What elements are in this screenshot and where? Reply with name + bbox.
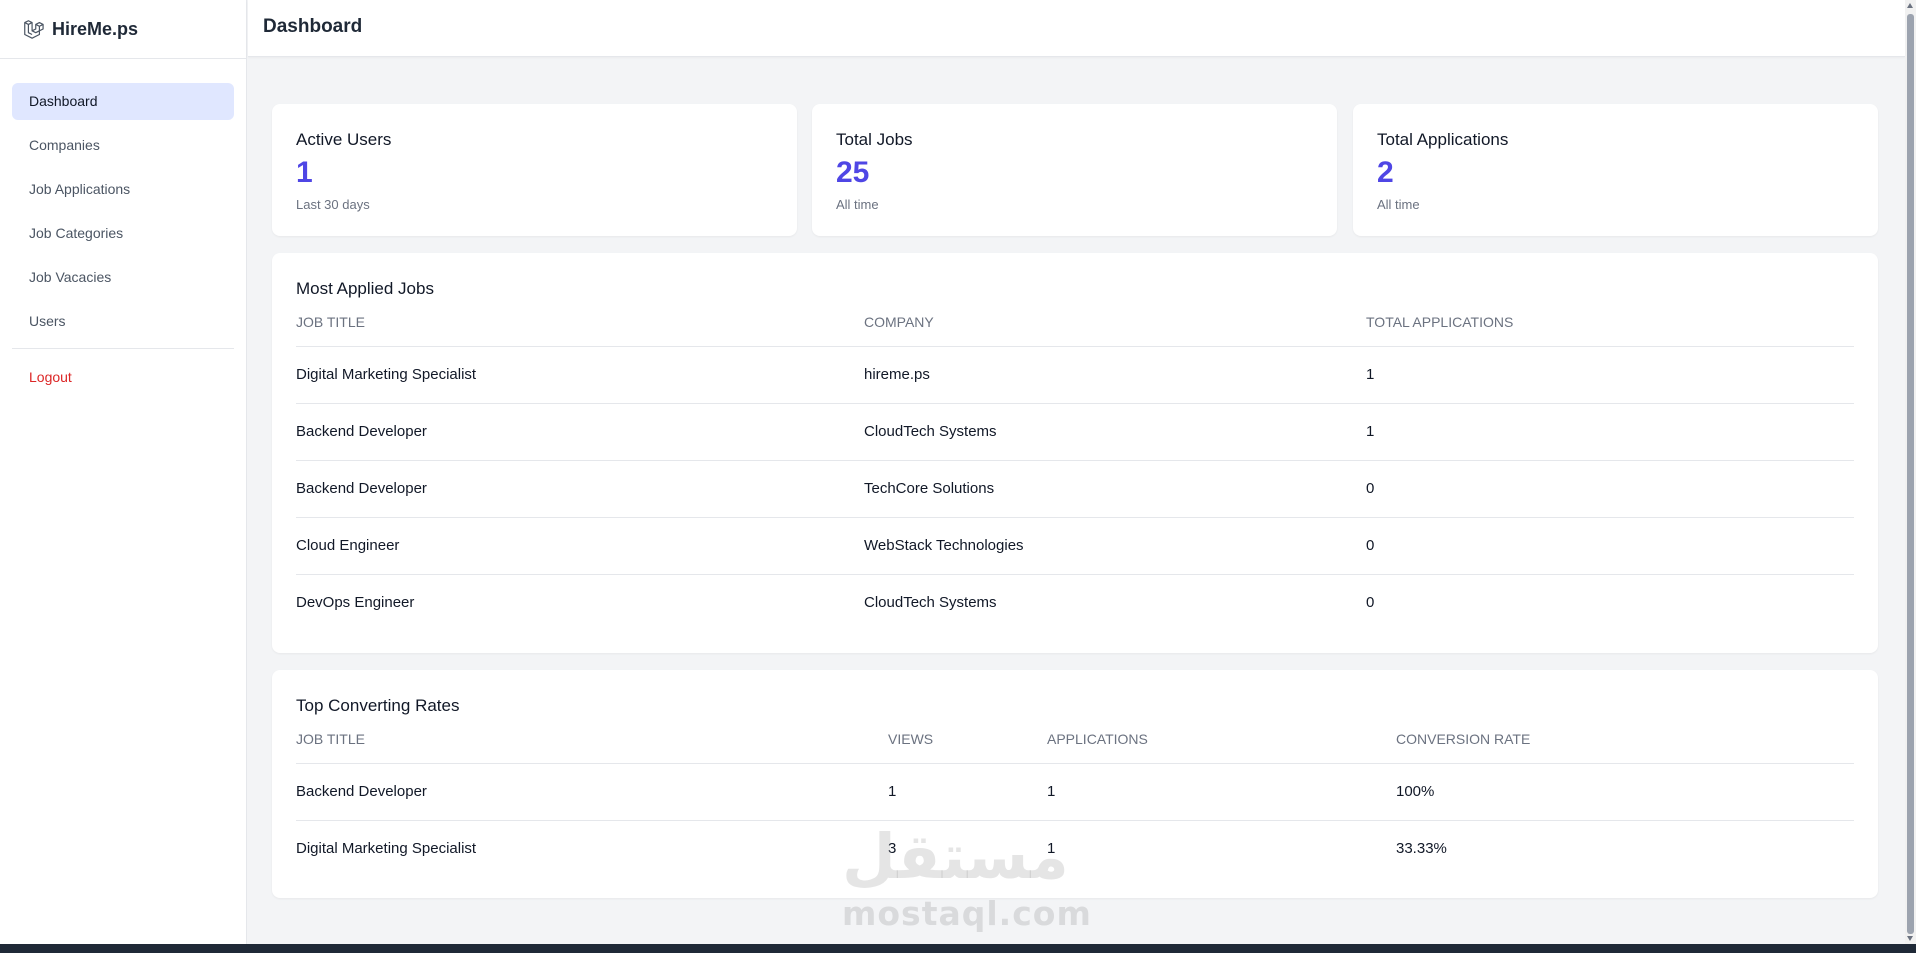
- scroll-up-arrow-icon[interactable]: [1907, 3, 1913, 8]
- column-header-conversion-rate: CONVERSION RATE: [1396, 727, 1854, 764]
- cell-company: TechCore Solutions: [864, 460, 1366, 518]
- top-converting-rates-table: JOB TITLE VIEWS APPLICATIONS CONVERSION …: [296, 727, 1854, 877]
- table-row[interactable]: Digital Marketing Specialist hireme.ps 1: [296, 346, 1854, 404]
- cell-job-title: Backend Developer: [296, 763, 888, 821]
- sidebar-divider: [12, 348, 234, 349]
- table-header-row: JOB TITLE VIEWS APPLICATIONS CONVERSION …: [296, 727, 1854, 764]
- sidebar-item-users[interactable]: Users: [12, 303, 234, 340]
- column-header-applications: APPLICATIONS: [1047, 727, 1396, 764]
- sidebar-item-companies[interactable]: Companies: [12, 127, 234, 164]
- column-header-total-applications: TOTAL APPLICATIONS: [1366, 310, 1854, 347]
- cell-conversion-rate: 100%: [1396, 763, 1854, 821]
- cell-job-title: DevOps Engineer: [296, 594, 415, 612]
- laravel-logo-icon: [24, 20, 44, 39]
- cell-applications: 1: [1047, 763, 1396, 821]
- cell-job-title: Backend Developer: [296, 460, 864, 518]
- cell-total-applications: 0: [1366, 594, 1375, 612]
- cell-conversion-rate: 33.33%: [1396, 840, 1447, 858]
- column-header-job-title: JOB TITLE: [296, 310, 864, 347]
- table-row[interactable]: Cloud Engineer WebStack Technologies 0: [296, 517, 1854, 575]
- section-title: Top Converting Rates: [296, 696, 460, 715]
- cell-applications: 1: [1047, 840, 1056, 858]
- table-header-row: JOB TITLE COMPANY TOTAL APPLICATIONS: [296, 310, 1854, 347]
- cell-views: 1: [888, 763, 1047, 821]
- table-row[interactable]: Backend Developer 1 1 100%: [296, 763, 1854, 821]
- stat-card-total-jobs: Total Jobs 25 All time: [812, 104, 1337, 236]
- cell-job-title: Digital Marketing Specialist: [296, 840, 477, 858]
- stat-subtext: All time: [836, 197, 879, 212]
- sidebar-nav: Dashboard Companies Job Applications Job…: [0, 59, 246, 396]
- top-header: Dashboard: [248, 0, 1905, 57]
- stat-label: Total Applications: [1377, 130, 1509, 149]
- top-converting-rates-card: Top Converting Rates JOB TITLE VIEWS APP…: [272, 670, 1878, 898]
- brand[interactable]: HireMe.ps: [0, 0, 246, 59]
- watermark-latin: mostaql.com: [842, 894, 1092, 933]
- cell-views: 3: [888, 840, 897, 858]
- cell-job-title: Digital Marketing Specialist: [296, 346, 864, 404]
- cell-company: CloudTech Systems: [864, 403, 1366, 461]
- bottom-bar: [0, 944, 1916, 953]
- sidebar-item-job-vacancies[interactable]: Job Vacacies: [12, 259, 234, 296]
- stat-card-total-applications: Total Applications 2 All time: [1353, 104, 1878, 236]
- column-header-job-title: JOB TITLE: [296, 727, 888, 764]
- column-header-company: COMPANY: [864, 310, 1366, 347]
- most-applied-jobs-table: JOB TITLE COMPANY TOTAL APPLICATIONS Dig…: [296, 310, 1854, 631]
- sidebar-item-job-applications[interactable]: Job Applications: [12, 171, 234, 208]
- cell-total-applications: 0: [1366, 460, 1854, 518]
- cell-company: CloudTech Systems: [864, 594, 997, 612]
- stat-subtext: All time: [1377, 197, 1420, 212]
- logout-button[interactable]: Logout: [12, 359, 234, 396]
- table-row[interactable]: DevOps Engineer CloudTech Systems 0: [296, 574, 1854, 631]
- table-row[interactable]: Backend Developer TechCore Solutions 0: [296, 460, 1854, 518]
- cell-job-title: Backend Developer: [296, 403, 864, 461]
- stat-value: 25: [836, 156, 870, 189]
- table-row[interactable]: Digital Marketing Specialist 3 1 33.33%: [296, 820, 1854, 877]
- scrollbar-thumb[interactable]: [1907, 14, 1914, 934]
- sidebar-item-job-categories[interactable]: Job Categories: [12, 215, 234, 252]
- stat-card-active-users: Active Users 1 Last 30 days: [272, 104, 797, 236]
- table-row[interactable]: Backend Developer CloudTech Systems 1: [296, 403, 1854, 461]
- stat-subtext: Last 30 days: [296, 197, 370, 212]
- scroll-down-arrow-icon[interactable]: [1907, 936, 1913, 941]
- page-title: Dashboard: [263, 16, 363, 37]
- cell-total-applications: 1: [1366, 346, 1854, 404]
- stat-label: Active Users: [296, 130, 392, 149]
- brand-name: HireMe.ps: [52, 18, 139, 39]
- section-title: Most Applied Jobs: [296, 279, 434, 298]
- cell-total-applications: 0: [1366, 517, 1854, 575]
- stat-label: Total Jobs: [836, 130, 913, 149]
- cell-total-applications: 1: [1366, 403, 1854, 461]
- column-header-views: VIEWS: [888, 727, 1047, 764]
- cell-company: hireme.ps: [864, 346, 1366, 404]
- cell-job-title: Cloud Engineer: [296, 517, 864, 575]
- most-applied-jobs-card: Most Applied Jobs JOB TITLE COMPANY TOTA…: [272, 253, 1878, 653]
- vertical-scrollbar[interactable]: [1905, 0, 1916, 944]
- sidebar: HireMe.ps Dashboard Companies Job Applic…: [0, 0, 247, 944]
- sidebar-item-dashboard[interactable]: Dashboard: [12, 83, 234, 120]
- stat-value: 2: [1377, 156, 1394, 189]
- cell-company: WebStack Technologies: [864, 517, 1366, 575]
- stat-value: 1: [296, 156, 313, 189]
